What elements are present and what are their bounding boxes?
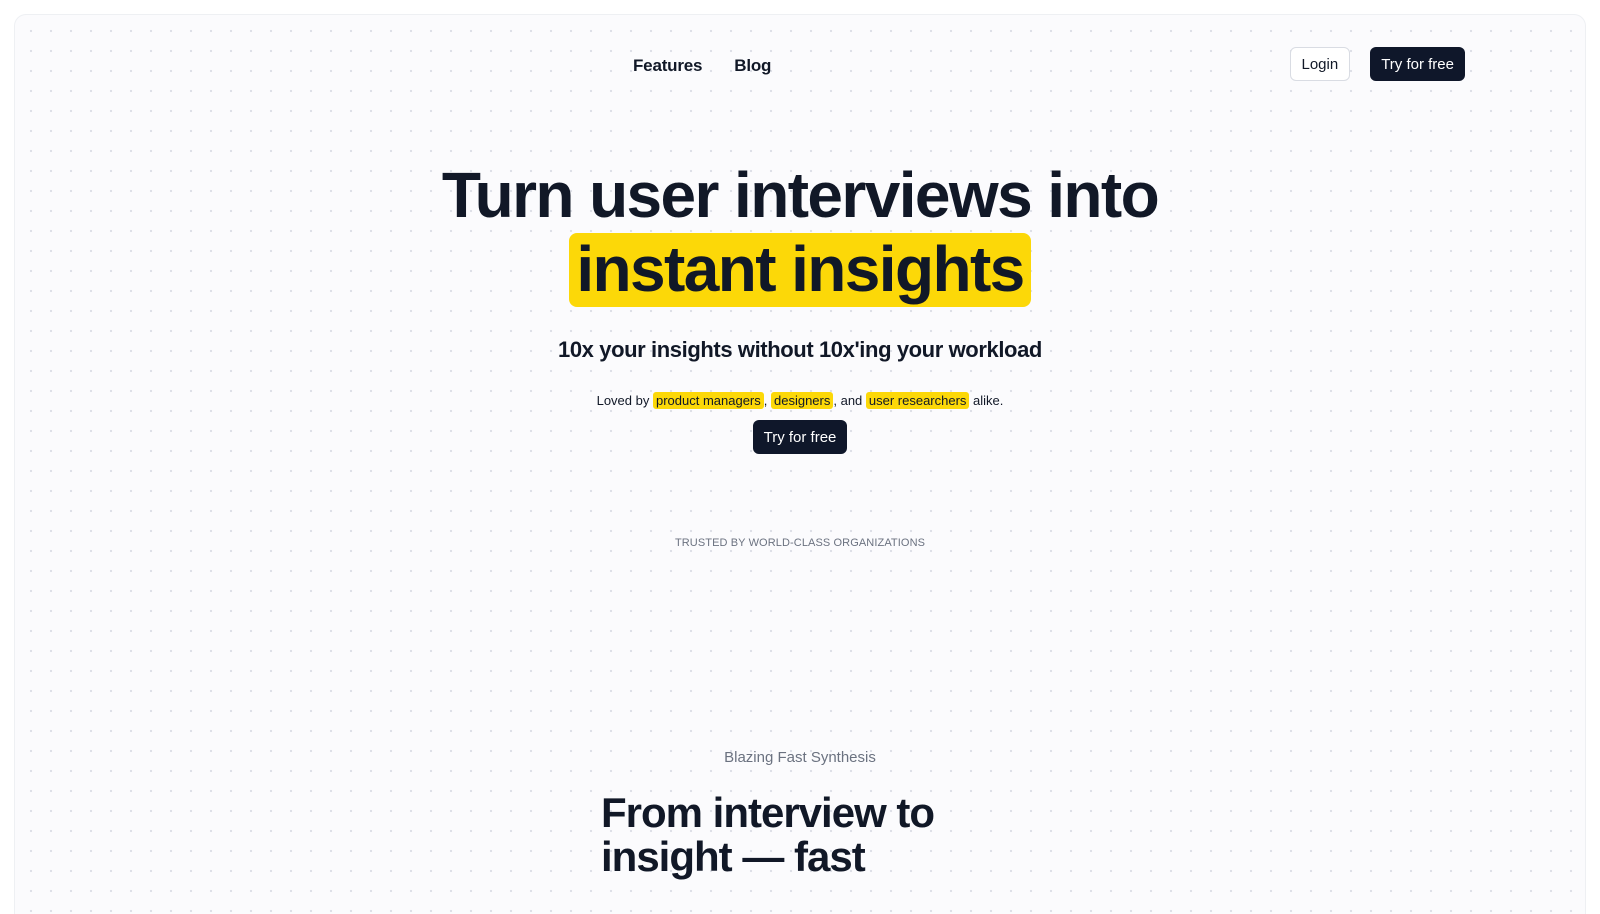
hero-subtitle: 10x your insights without 10x'ing your w… <box>558 337 1042 362</box>
trusted-by-label: TRUSTED BY WORLD-CLASS ORGANIZATIONS <box>674 537 926 549</box>
page-frame: Features Blog Login Try for free Turn us… <box>14 14 1586 914</box>
hero-cta-wrap: Try for free <box>15 420 1585 454</box>
role-product-managers: product managers <box>652 392 764 409</box>
hero-title: Turn user interviews into instant insigh… <box>15 161 1585 307</box>
nav-link-blog[interactable]: Blog <box>734 56 771 76</box>
loved-sep-1: , <box>763 393 771 408</box>
hero-title-highlight: instant insights <box>569 233 1031 307</box>
role-designers: designers <box>770 392 834 409</box>
nav-try-free-button[interactable]: Try for free <box>1370 47 1465 81</box>
login-button[interactable]: Login <box>1289 47 1351 81</box>
hero-try-free-button[interactable]: Try for free <box>752 420 848 454</box>
section-title: From interview to insight — fast <box>601 789 935 880</box>
loved-prefix: Loved by <box>596 393 653 408</box>
loved-suffix: alike. <box>969 393 1004 408</box>
hero-title-line1: Turn user interviews into <box>441 159 1160 231</box>
loved-sep-2: , and <box>833 393 866 408</box>
main-nav: Features Blog <box>633 56 771 76</box>
nav-link-features[interactable]: Features <box>633 56 702 76</box>
nav-actions: Login Try for free <box>1289 47 1465 81</box>
role-user-researchers: user researchers <box>865 392 970 409</box>
section-eyebrow: Blazing Fast Synthesis <box>724 749 876 766</box>
loved-by-text: Loved by product managers, designers, an… <box>15 392 1585 409</box>
